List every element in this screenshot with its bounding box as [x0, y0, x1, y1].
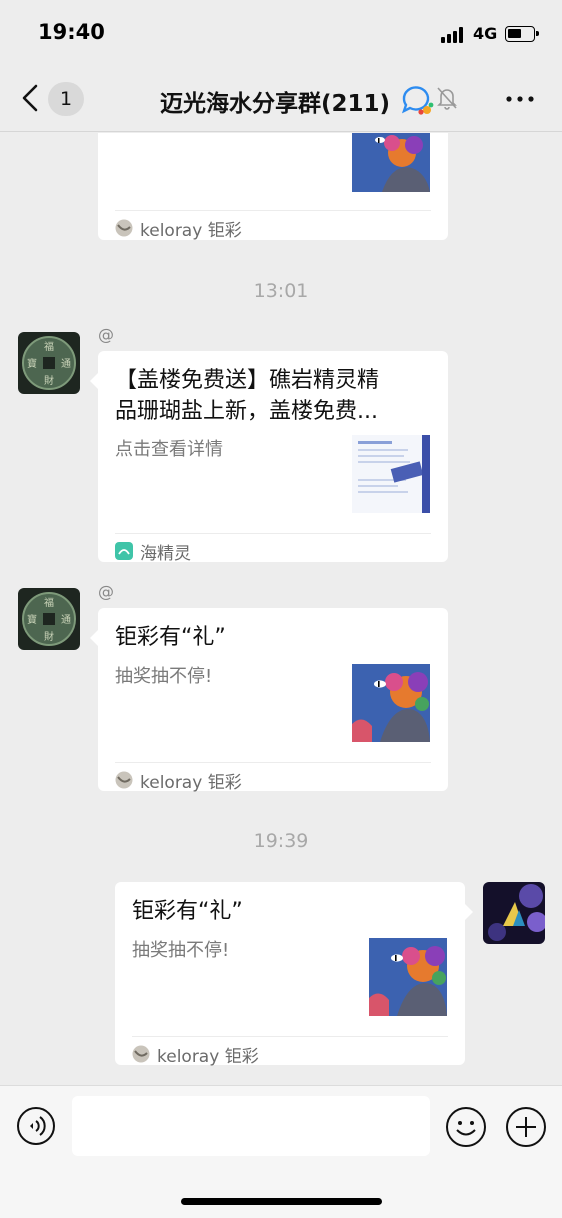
- keloray-logo-icon: [132, 1045, 150, 1063]
- svg-text:財: 財: [44, 374, 54, 387]
- message-list[interactable]: keloray 钜彩 13:01 福 財 寶 通 @ 【盖楼免费送】礁岩精灵精 …: [0, 133, 562, 1085]
- voice-input-button[interactable]: [16, 1106, 56, 1146]
- plus-icon: [506, 1107, 546, 1147]
- hai-jingling-logo-icon: [115, 542, 133, 560]
- avatar[interactable]: 福 財 寶 通: [18, 588, 80, 650]
- more-dots-icon: [506, 96, 534, 102]
- time-separator: 19:39: [253, 830, 309, 852]
- document-thumbnail: [352, 435, 430, 513]
- card-source-label: keloray 钜彩: [157, 1047, 259, 1067]
- svg-text:通: 通: [61, 358, 71, 370]
- message-card[interactable]: 钜彩有“礼” 抽奖抽不停! keloray 钜彩: [115, 882, 473, 1067]
- message-card[interactable]: 【盖楼免费送】礁岩精灵精 品珊瑚盐上新，盖楼免费... 点击查看详情 海精灵: [90, 351, 448, 564]
- message-card[interactable]: keloray 钜彩: [98, 133, 448, 241]
- card-description: 抽奖抽不停!: [115, 666, 213, 687]
- card-source: keloray 钜彩: [115, 210, 431, 241]
- card-source-label: keloray 钜彩: [140, 773, 242, 793]
- emoji-button[interactable]: [445, 1106, 487, 1148]
- sender-name: @: [98, 582, 114, 601]
- chat-title[interactable]: 迈光海水分享群(211): [160, 84, 390, 118]
- message-input[interactable]: [72, 1096, 430, 1156]
- home-indicator: [181, 1198, 382, 1205]
- my-avatar[interactable]: [483, 882, 545, 944]
- network-type: 4G: [473, 24, 498, 43]
- coral-thumbnail: [352, 664, 430, 742]
- chat-header: 1 迈光海水分享群(211): [0, 64, 562, 132]
- status-time: 19:40: [38, 20, 105, 44]
- svg-text:通: 通: [61, 614, 71, 626]
- card-source: keloray 钜彩: [115, 762, 431, 793]
- svg-text:寶: 寶: [27, 613, 37, 626]
- sender-name: @: [98, 325, 114, 344]
- coral-thumbnail: [352, 133, 430, 192]
- mute-bell-icon: [436, 86, 458, 110]
- card-title: 【盖楼免费送】礁岩精灵精 品珊瑚盐上新，盖楼免费...: [115, 368, 380, 424]
- card-title: 钜彩有“礼”: [115, 625, 226, 650]
- svg-text:寶: 寶: [27, 357, 37, 370]
- time-separator: 13:01: [253, 280, 309, 302]
- unread-count-badge[interactable]: 1: [48, 82, 84, 116]
- chat-bubble-icon: [400, 85, 434, 115]
- keloray-logo-icon: [115, 219, 133, 237]
- card-description: 抽奖抽不停!: [132, 940, 230, 961]
- emoji-icon: [446, 1107, 486, 1147]
- coral-thumbnail: [369, 938, 447, 1016]
- svg-text:福: 福: [44, 340, 54, 353]
- battery-icon: [505, 26, 539, 42]
- card-source: keloray 钜彩: [132, 1036, 448, 1067]
- avatar[interactable]: 福 財 寶 通: [18, 332, 80, 394]
- card-source-label: keloray 钜彩: [140, 221, 242, 241]
- back-icon: [22, 84, 38, 112]
- card-source-label: 海精灵: [140, 544, 191, 564]
- status-bar: 19:40 4G: [0, 0, 562, 64]
- back-button[interactable]: [14, 80, 50, 116]
- card-description: 点击查看详情: [115, 439, 223, 460]
- signal-icon: [441, 27, 465, 43]
- voice-icon: [17, 1107, 55, 1145]
- card-title: 钜彩有“礼”: [132, 899, 243, 924]
- keloray-logo-icon: [115, 771, 133, 789]
- card-source: 海精灵: [115, 533, 431, 564]
- svg-text:福: 福: [44, 596, 54, 609]
- more-button[interactable]: [500, 86, 540, 112]
- more-actions-button[interactable]: [505, 1106, 547, 1148]
- message-card[interactable]: 钜彩有“礼” 抽奖抽不停! keloray 钜彩: [90, 608, 448, 793]
- svg-text:財: 財: [44, 630, 54, 643]
